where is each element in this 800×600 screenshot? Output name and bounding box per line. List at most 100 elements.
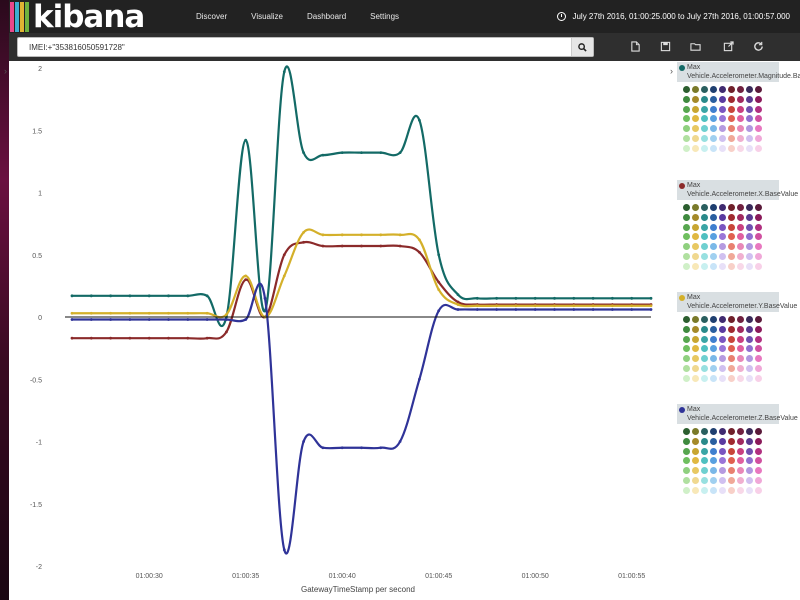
color-swatch[interactable] [710, 437, 717, 445]
color-swatch[interactable] [746, 486, 753, 494]
color-swatch[interactable] [755, 428, 762, 435]
color-swatch[interactable] [710, 345, 717, 353]
color-swatch[interactable] [755, 457, 762, 465]
color-swatch[interactable] [755, 134, 762, 142]
color-swatch[interactable] [692, 144, 699, 152]
color-swatch[interactable] [728, 115, 735, 123]
color-swatch[interactable] [746, 95, 753, 103]
color-swatch[interactable] [728, 223, 735, 231]
legend-label[interactable]: Max Vehicle.Accelerometer.Magnitude.Base… [677, 62, 800, 82]
color-swatch[interactable] [746, 325, 753, 333]
color-swatch[interactable] [683, 204, 690, 211]
color-swatch[interactable] [683, 437, 690, 445]
color-swatch[interactable] [719, 447, 726, 455]
color-swatch[interactable] [683, 115, 690, 123]
color-swatch[interactable] [755, 115, 762, 123]
nav-settings[interactable]: Settings [358, 0, 411, 33]
color-swatch[interactable] [728, 134, 735, 142]
color-swatch[interactable] [728, 374, 735, 382]
sidebar-toggle-icon[interactable]: › [4, 66, 7, 76]
color-swatch[interactable] [737, 476, 744, 484]
color-swatch[interactable] [710, 204, 717, 211]
color-swatch[interactable] [683, 316, 690, 323]
color-swatch[interactable] [719, 204, 726, 211]
color-swatch[interactable] [737, 144, 744, 152]
color-swatch[interactable] [746, 335, 753, 343]
open-folder-icon[interactable] [690, 41, 701, 52]
color-swatch[interactable] [701, 105, 708, 113]
color-swatch[interactable] [719, 428, 726, 435]
color-swatch[interactable] [710, 262, 717, 270]
color-swatch[interactable] [719, 316, 726, 323]
color-swatch[interactable] [692, 233, 699, 241]
legend-item[interactable]: Max Vehicle.Accelerometer.Magnitude.Base… [677, 62, 800, 155]
color-swatch[interactable] [683, 428, 690, 435]
color-swatch[interactable] [719, 355, 726, 363]
color-swatch[interactable] [719, 243, 726, 251]
color-swatch[interactable] [683, 486, 690, 494]
color-swatch[interactable] [755, 467, 762, 475]
color-swatch[interactable] [683, 243, 690, 251]
color-swatch[interactable] [719, 467, 726, 475]
color-swatch[interactable] [692, 374, 699, 382]
color-swatch[interactable] [701, 134, 708, 142]
color-swatch[interactable] [755, 335, 762, 343]
color-swatch[interactable] [737, 204, 744, 211]
color-swatch[interactable] [692, 105, 699, 113]
color-swatch[interactable] [683, 364, 690, 372]
color-swatch[interactable] [755, 476, 762, 484]
color-swatch[interactable] [701, 345, 708, 353]
color-swatch[interactable] [701, 374, 708, 382]
color-swatch[interactable] [692, 243, 699, 251]
color-swatch[interactable] [692, 125, 699, 133]
color-swatch[interactable] [719, 105, 726, 113]
color-swatch[interactable] [701, 428, 708, 435]
color-swatch[interactable] [692, 252, 699, 260]
color-swatch[interactable] [701, 213, 708, 221]
color-swatch[interactable] [737, 364, 744, 372]
color-swatch[interactable] [737, 243, 744, 251]
legend-label[interactable]: Max Vehicle.Accelerometer.Y.BaseValue [677, 292, 797, 312]
color-swatch[interactable] [683, 144, 690, 152]
color-swatch[interactable] [710, 428, 717, 435]
color-swatch[interactable] [746, 213, 753, 221]
color-swatch[interactable] [737, 233, 744, 241]
color-swatch[interactable] [719, 144, 726, 152]
color-swatch[interactable] [710, 144, 717, 152]
color-swatch[interactable] [737, 467, 744, 475]
color-swatch[interactable] [701, 325, 708, 333]
color-swatch[interactable] [719, 95, 726, 103]
color-swatch[interactable] [746, 144, 753, 152]
color-swatch[interactable] [755, 374, 762, 382]
color-swatch[interactable] [755, 252, 762, 260]
color-swatch[interactable] [728, 204, 735, 211]
color-swatch[interactable] [737, 335, 744, 343]
color-swatch[interactable] [692, 115, 699, 123]
color-swatch[interactable] [701, 144, 708, 152]
color-swatch[interactable] [728, 457, 735, 465]
color-swatch[interactable] [719, 457, 726, 465]
color-swatch[interactable] [692, 335, 699, 343]
color-swatch[interactable] [755, 95, 762, 103]
color-swatch[interactable] [746, 457, 753, 465]
color-swatch[interactable] [683, 213, 690, 221]
color-swatch[interactable] [755, 243, 762, 251]
color-swatch[interactable] [728, 364, 735, 372]
color-swatch[interactable] [737, 325, 744, 333]
color-swatch[interactable] [746, 86, 753, 93]
color-swatch[interactable] [746, 134, 753, 142]
color-swatch[interactable] [728, 316, 735, 323]
legend-item[interactable]: Max Vehicle.Accelerometer.Y.BaseValue [677, 292, 797, 385]
color-swatch[interactable] [746, 447, 753, 455]
color-swatch[interactable] [692, 364, 699, 372]
color-swatch[interactable] [710, 325, 717, 333]
color-swatch[interactable] [737, 223, 744, 231]
color-swatch[interactable] [701, 115, 708, 123]
color-swatch[interactable] [701, 457, 708, 465]
color-swatch[interactable] [683, 134, 690, 142]
color-swatch[interactable] [737, 252, 744, 260]
color-swatch[interactable] [728, 355, 735, 363]
color-swatch[interactable] [755, 223, 762, 231]
color-swatch[interactable] [737, 105, 744, 113]
color-swatch[interactable] [701, 335, 708, 343]
